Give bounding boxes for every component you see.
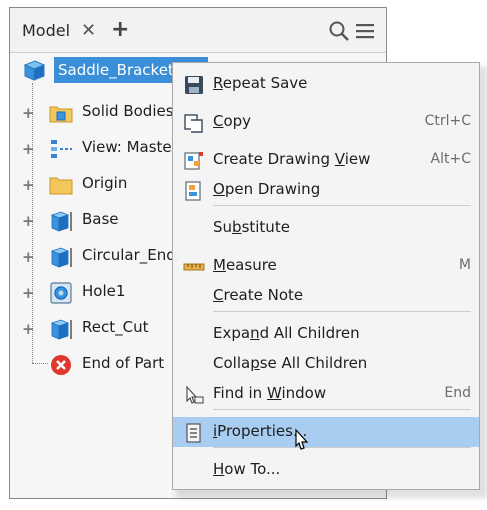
label-part: R [213,74,223,92]
menu-item-substitute[interactable]: Substitute [173,213,479,243]
tree-item-label: Hole1 [82,282,126,300]
menu-item-collapse-all-children[interactable]: Collapse All Children [173,349,479,379]
menu-separator [213,205,471,206]
menu-item-expand-all-children[interactable]: Expand All Children [173,319,479,349]
search-icon[interactable] [328,20,350,42]
menu-item-label: Repeat Save [213,74,307,92]
menu-item-label: Create Drawing View [213,150,370,168]
label-part: b [232,218,242,236]
expand-icon[interactable]: + [22,250,35,265]
expand-icon[interactable]: + [22,106,35,121]
copy-icon [183,112,205,134]
label-part: indow [281,384,327,402]
measure-icon [183,256,205,278]
label-part: C [213,112,224,130]
find-in-window-icon [183,384,205,406]
tree-item-label: End of Part [82,354,165,372]
menu-separator [213,447,471,448]
tree-item-label: Rect_Cut [82,318,149,336]
model-tab[interactable]: Model [22,21,70,40]
expand-icon[interactable]: + [22,142,35,157]
label-part: easure [225,256,277,274]
label-part: se All Children [259,354,368,372]
menu-item-create-drawing-view[interactable]: Create Drawing View Alt+C [173,145,479,175]
menu-item-label: Open Drawing [213,180,320,198]
label-part: p [250,354,260,372]
label-part: pen Drawing [224,180,321,198]
menu-item-create-note[interactable]: Create Note [173,281,479,311]
menu-item-measure[interactable]: Measure M [173,251,479,281]
label-part: H [213,460,225,478]
extrude-feature-icon [48,209,74,233]
create-drawing-view-icon [183,150,205,172]
browser-menu-icon[interactable] [354,20,376,42]
menu-item-iproperties[interactable]: iProperties... [173,417,479,447]
browser-header: Model ✕ + [10,8,386,53]
label-part: M [213,256,226,274]
menu-item-how-to[interactable]: How To... [173,455,479,485]
label-part: O [213,180,225,198]
label-part: C [213,286,224,304]
expand-icon[interactable]: + [22,322,35,337]
label-part: stitute [241,218,290,236]
menu-item-find-in-window[interactable]: Find in Window End [173,379,479,409]
label-part: opy [223,112,252,130]
menu-item-label: Create Note [213,286,303,304]
tree-item-label: Origin [82,174,128,192]
part-icon [23,60,46,81]
view-icon [48,137,74,161]
menu-item-label: Collapse All Children [213,354,367,372]
tree-item-label: View: Master [82,138,178,156]
shortcut-label: End [444,385,471,401]
label-part: n [250,324,260,342]
extrude-feature-icon [48,317,74,341]
label-part: epeat Save [222,74,308,92]
tree-item-label: Solid Bodies [82,102,174,120]
menu-separator [213,311,471,312]
menu-item-label: Measure [213,256,277,274]
context-menu: Repeat Save Copy Ctrl+C Create Drawing View… [172,62,480,490]
label-part: Create Drawing [213,150,335,168]
label-part: reate Note [223,286,304,304]
mouse-cursor-icon [295,428,309,450]
add-tab-icon[interactable]: + [111,17,129,42]
menu-item-label: Substitute [213,218,290,236]
label-part: Colla [213,354,251,372]
expand-icon[interactable]: + [22,214,35,229]
menu-item-label: How To... [213,460,280,478]
folder-solid-bodies-icon [48,101,74,125]
label-part: d All Children [259,324,360,342]
label-part: Find in [213,384,267,402]
extrude-feature-icon [48,245,74,269]
shortcut-label: Ctrl+C [424,113,471,129]
shortcut-label: M [458,257,471,273]
save-icon [183,74,205,96]
label-part: V [334,150,345,168]
expand-icon[interactable]: + [22,286,35,301]
tree-item-label: Circular_End [82,246,176,264]
menu-item-copy[interactable]: Copy Ctrl+C [173,107,479,137]
menu-item-open-drawing[interactable]: Open Drawing [173,175,479,205]
menu-item-label: Expand All Children [213,324,360,342]
expand-icon[interactable]: + [22,178,35,193]
label-part: iew [344,150,371,168]
menu-item-repeat-save[interactable]: Repeat Save [173,69,479,99]
close-tab-icon[interactable]: ✕ [81,20,96,41]
label-part: W [266,384,282,402]
label-part: Expa [213,324,251,342]
menu-item-label: Find in Window [213,384,326,402]
tree-item-label: Base [82,210,119,228]
hole-feature-icon [48,281,74,305]
folder-icon [48,173,74,197]
label-part: ow To... [224,460,281,478]
open-drawing-icon [183,180,205,202]
label-part: Su [213,218,233,236]
iproperties-icon [183,422,205,444]
menu-separator [213,409,471,410]
shortcut-label: Alt+C [430,151,471,167]
end-of-part-icon [48,353,74,377]
menu-item-label: Copy [213,112,251,130]
